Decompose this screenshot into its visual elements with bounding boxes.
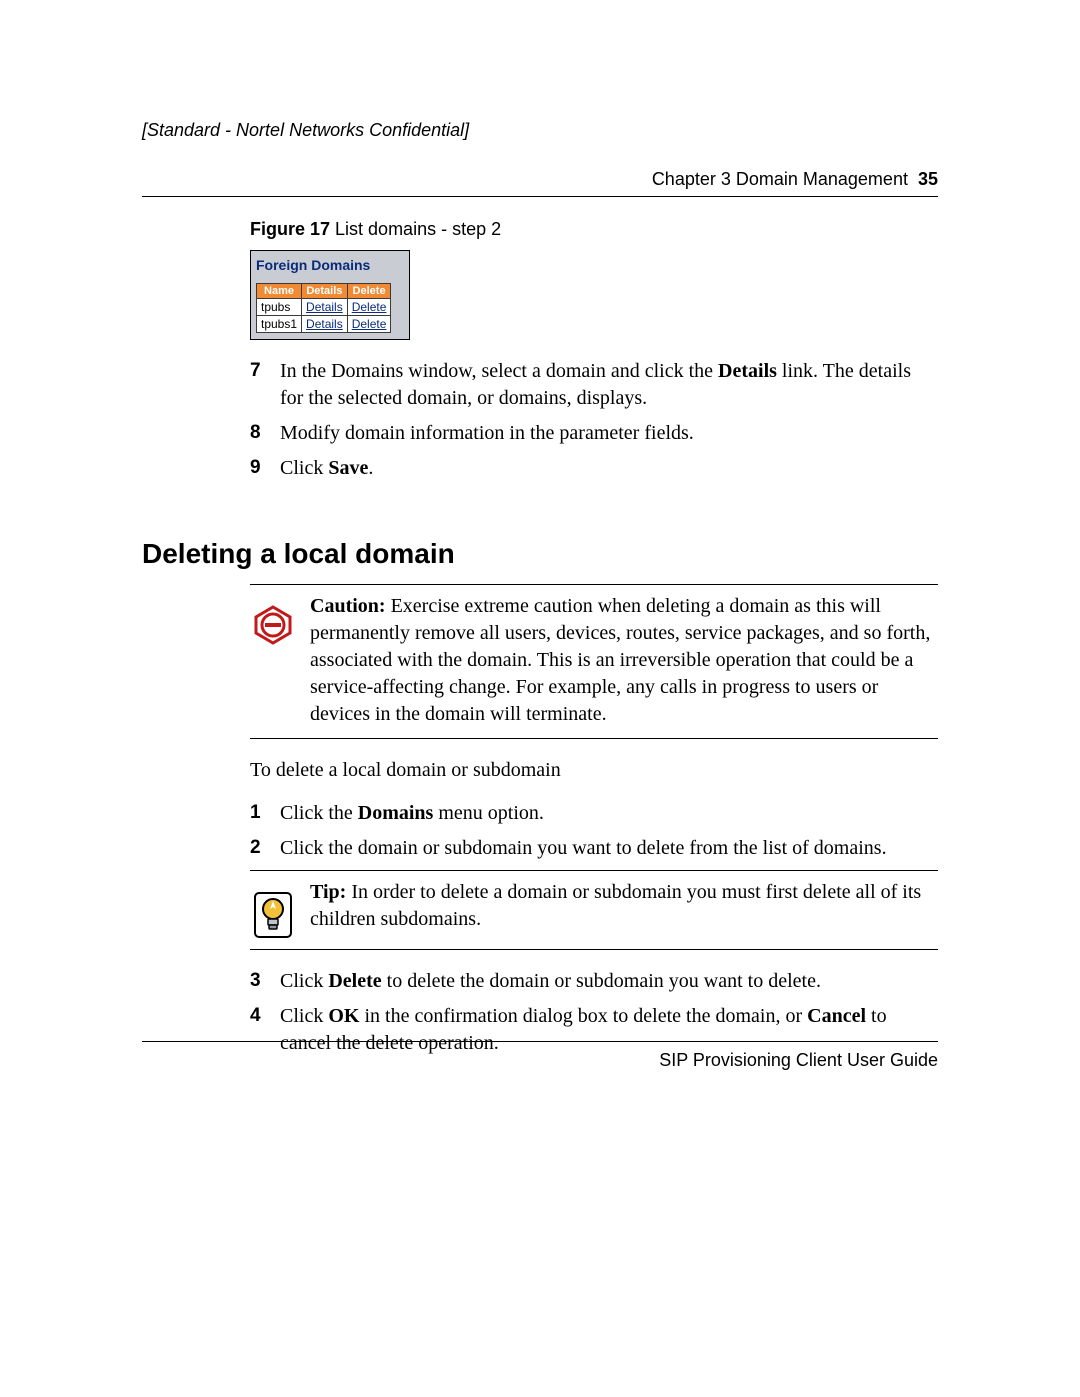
cell-name: tpubs: [257, 299, 302, 316]
cell-name: tpubs1: [257, 316, 302, 333]
foreign-domains-widget: Foreign Domains Name Details Delete tpub…: [250, 250, 410, 340]
figure-block: Figure 17 List domains - step 2 Foreign …: [250, 219, 938, 482]
steps-list-a: 7 In the Domains window, select a domain…: [250, 358, 938, 482]
document-page: [Standard - Nortel Networks Confidential…: [0, 0, 1080, 1397]
figure-caption: Figure 17 List domains - step 2: [250, 219, 938, 240]
step-text: Click Save.: [280, 455, 938, 482]
step-item: 1 Click the Domains menu option.: [250, 800, 938, 827]
figure-number: Figure 17: [250, 219, 330, 239]
delete-link[interactable]: Delete: [352, 317, 387, 331]
step-item: 2 Click the domain or subdomain you want…: [250, 835, 938, 862]
step-item: 7 In the Domains window, select a domain…: [250, 358, 938, 412]
step-number: 9: [250, 455, 280, 482]
step-text: Click the domain or subdomain you want t…: [280, 835, 938, 862]
chapter-title: Chapter 3 Domain Management: [652, 169, 908, 189]
details-link[interactable]: Details: [306, 317, 343, 331]
step-text: Click the Domains menu option.: [280, 800, 938, 827]
table-header-row: Name Details Delete: [257, 284, 391, 299]
figure-title: List domains - step 2: [330, 219, 501, 239]
header-rule: [142, 196, 938, 197]
tip-text: Tip: In order to delete a domain or subd…: [310, 879, 938, 939]
step-number: 3: [250, 968, 280, 995]
page-number: 35: [918, 169, 938, 189]
page-footer: SIP Provisioning Client User Guide: [142, 1041, 938, 1071]
col-name: Name: [257, 284, 302, 299]
caution-callout: Caution: Exercise extreme caution when d…: [250, 584, 938, 739]
col-details: Details: [302, 284, 348, 299]
step-item: 9 Click Save.: [250, 455, 938, 482]
tip-icon: [250, 879, 296, 939]
step-item: 3 Click Delete to delete the domain or s…: [250, 968, 938, 995]
caution-label: Caution:: [310, 595, 386, 617]
table-row: tpubs Details Delete: [257, 299, 391, 316]
steps-list-b1: 1 Click the Domains menu option. 2 Click…: [250, 800, 938, 862]
tip-label: Tip:: [310, 881, 346, 903]
caution-icon: [250, 593, 296, 728]
step-text: Modify domain information in the paramet…: [280, 420, 938, 447]
caution-body: Exercise extreme caution when deleting a…: [310, 595, 930, 725]
intro-paragraph: To delete a local domain or subdomain: [250, 759, 938, 782]
foreign-domains-title: Foreign Domains: [256, 257, 404, 273]
footer-rule: [142, 1041, 938, 1042]
details-link[interactable]: Details: [306, 300, 343, 314]
footer-guide-title: SIP Provisioning Client User Guide: [142, 1050, 938, 1071]
col-delete: Delete: [347, 284, 391, 299]
step-number: 8: [250, 420, 280, 447]
step-text: Click Delete to delete the domain or sub…: [280, 968, 938, 995]
table-row: tpubs1 Details Delete: [257, 316, 391, 333]
foreign-domains-table: Name Details Delete tpubs Details Delete…: [256, 283, 391, 333]
chapter-header: Chapter 3 Domain Management 35: [142, 169, 938, 196]
step-item: 8 Modify domain information in the param…: [250, 420, 938, 447]
delete-link[interactable]: Delete: [352, 300, 387, 314]
step-text: In the Domains window, select a domain a…: [280, 358, 938, 412]
section-heading: Deleting a local domain: [142, 538, 938, 570]
step-number: 1: [250, 800, 280, 827]
tip-body: In order to delete a domain or subdomain…: [310, 881, 921, 930]
tip-callout: Tip: In order to delete a domain or subd…: [250, 870, 938, 950]
step-number: 7: [250, 358, 280, 412]
confidential-label: [Standard - Nortel Networks Confidential…: [142, 120, 938, 141]
step-number: 2: [250, 835, 280, 862]
caution-text: Caution: Exercise extreme caution when d…: [310, 593, 938, 728]
